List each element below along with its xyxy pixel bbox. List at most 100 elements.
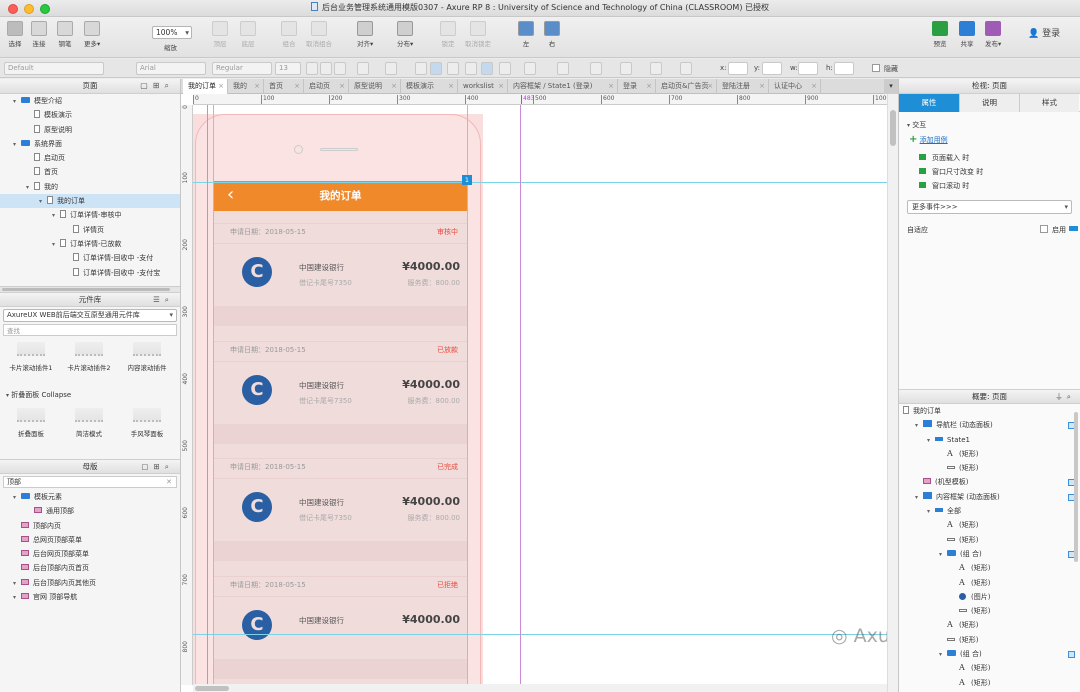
font-weight-select[interactable]: Regular <box>212 62 272 75</box>
page-tab[interactable]: 认证中心 × <box>769 79 821 94</box>
vertical-scrollbar[interactable] <box>887 94 898 692</box>
outline-item[interactable]: ▾ State1 <box>899 433 1080 447</box>
arrange-button[interactable]: 对齐▾ <box>357 21 373 48</box>
tree-item[interactable]: 启动页 <box>0 151 180 165</box>
footnote-badge[interactable]: 1 <box>462 175 472 185</box>
widget-item[interactable]: 简洁模式 <box>62 408 116 438</box>
widget-item[interactable]: 手风琴面板 <box>120 408 174 438</box>
outline-item[interactable]: A (矩形) <box>899 576 1080 590</box>
font-select[interactable]: Arial <box>136 62 206 75</box>
collapse-section[interactable]: ▾ 折叠面板 Collapse <box>0 388 180 402</box>
outline-item[interactable]: (矩形) <box>899 633 1080 647</box>
page-tab[interactable]: workslist × <box>458 79 508 94</box>
tab-close-icon[interactable]: × <box>759 79 765 94</box>
tab-close-icon[interactable]: × <box>646 79 652 94</box>
tree-item[interactable]: ▾ 我的 <box>0 180 180 194</box>
close-window-button[interactable] <box>8 4 18 14</box>
tree-item[interactable]: 订单详情-回收中 -支付宝 <box>0 266 180 280</box>
tool-button[interactable]: 选择 <box>7 21 23 48</box>
tree-item[interactable]: 通用顶部 <box>0 504 180 518</box>
library-search-input[interactable]: 查找 <box>3 324 177 336</box>
tab-close-icon[interactable]: × <box>811 79 817 94</box>
tree-item[interactable]: 总网页顶部菜单 <box>0 533 180 547</box>
outline-item[interactable]: ▾ (组 合) <box>899 647 1080 661</box>
order-card[interactable]: 申请日期：2018-05-15 已放款 C 中国建设银行 借记卡尾号7350 ¥4000.… <box>213 329 468 446</box>
publish-button[interactable]: 预览 <box>932 21 948 48</box>
tab-close-icon[interactable]: × <box>448 79 454 94</box>
tree-item[interactable]: ▾ 订单详情-审核中 <box>0 208 180 222</box>
adaptive-checkbox[interactable] <box>1040 225 1048 233</box>
coord-input[interactable] <box>834 62 854 75</box>
tree-item[interactable]: 顶部内页 <box>0 519 180 533</box>
back-icon[interactable]: ‹ <box>227 180 234 210</box>
page-tab[interactable]: 首页 × <box>264 79 304 94</box>
library-panel-actions[interactable]: ☰⌕ <box>153 293 174 306</box>
format-button[interactable] <box>334 62 346 75</box>
tool-button[interactable]: 连接 <box>31 21 47 48</box>
event-item[interactable]: 窗口尺寸改变 时 <box>919 165 1072 179</box>
order-card[interactable]: 申请日期：2018-05-15 审核中 C 中国建设银行 借记卡尾号7350 ¥4000.… <box>213 211 468 328</box>
outline-item[interactable]: 我的订单 <box>899 404 1080 418</box>
format-button[interactable] <box>620 62 632 75</box>
horizontal-scrollbar[interactable] <box>193 684 887 692</box>
design-canvas[interactable]: ‹ 我的订单 申请日期：2018-05-15 审核中 C 中国建设银行 借记卡尾号735… <box>193 105 887 692</box>
tool-button[interactable]: 更多▾ <box>84 21 100 48</box>
tab-close-icon[interactable]: × <box>608 79 614 94</box>
tree-item[interactable]: 订单详情-回收中 -支付 <box>0 251 180 265</box>
format-button[interactable] <box>385 62 397 75</box>
outline-item[interactable]: ▾ 全部 <box>899 504 1080 518</box>
tree-item[interactable]: ▾ 官网 顶部导航 <box>0 590 180 604</box>
page-tab[interactable]: 内容框架 / State1 (登录) × <box>508 79 618 94</box>
outline-item[interactable]: (矩形) <box>899 533 1080 547</box>
arrange-button[interactable]: 底层 <box>240 21 256 48</box>
format-button[interactable] <box>590 62 602 75</box>
outline-item[interactable]: (图片) <box>899 590 1080 604</box>
format-button[interactable] <box>430 62 442 75</box>
page-tab[interactable]: 我的订单 × <box>183 79 228 94</box>
coord-input[interactable] <box>798 62 818 75</box>
outline-item[interactable]: A (矩形) <box>899 518 1080 532</box>
inspector-tab[interactable]: 属性 <box>899 94 959 112</box>
outline-item[interactable]: ▾ (组 合) <box>899 547 1080 561</box>
arrange-button[interactable]: 右 <box>544 21 560 48</box>
tree-item[interactable]: ▾ 系统界面 <box>0 137 180 151</box>
library-select[interactable]: AxureUX WEB前后端交互原型通用元件库 ▾ <box>3 309 177 322</box>
format-button[interactable] <box>447 62 459 75</box>
widget-item[interactable]: 卡片滚动插件2 <box>62 342 116 372</box>
tab-close-icon[interactable]: × <box>391 79 397 94</box>
tree-item[interactable]: ▾ 订单详情-已放款 <box>0 237 180 251</box>
tree-item[interactable]: 后台顶部内页首页 <box>0 561 180 575</box>
adaptive-settings-icon[interactable] <box>1069 226 1078 231</box>
arrange-button[interactable]: 锁定 <box>440 21 456 48</box>
outline-actions[interactable]: ⏚⌕ <box>1055 390 1075 403</box>
tab-overflow-button[interactable]: ▾ <box>884 79 898 94</box>
arrange-button[interactable]: 取消组合 <box>306 21 332 48</box>
format-button[interactable] <box>465 62 477 75</box>
widget-item[interactable]: 内容滚动插件 <box>120 342 174 372</box>
event-item[interactable]: 窗口滚动 时 <box>919 179 1072 193</box>
tree-item[interactable]: 模板演示 <box>0 108 180 122</box>
coord-input[interactable] <box>762 62 782 75</box>
format-button[interactable] <box>650 62 662 75</box>
publish-button[interactable]: 发布▾ <box>985 21 1001 48</box>
outline-item[interactable]: A (矩形) <box>899 661 1080 675</box>
page-tab[interactable]: 启动页 × <box>304 79 349 94</box>
masters-search-input[interactable]: 顶部 ✕ <box>3 476 177 488</box>
page-tab[interactable]: 启动页&广告页 × <box>656 79 717 94</box>
canvas-area[interactable]: 我的订单 × 我的 × 首页 × 启动页 × 原型说明 × 模板演示 × workslist × 内容框架 … <box>181 79 898 692</box>
format-button[interactable] <box>680 62 692 75</box>
inspector-tab[interactable]: 说明 <box>959 94 1019 112</box>
style-select[interactable]: Default <box>4 62 104 75</box>
hidden-checkbox[interactable] <box>872 64 880 72</box>
tool-button[interactable]: 钢笔 <box>57 21 73 48</box>
widget-item[interactable]: 折叠面板 <box>4 408 58 438</box>
masters-panel-actions[interactable]: ▢⊞⌕ <box>141 460 174 473</box>
format-button[interactable] <box>357 62 369 75</box>
order-card[interactable]: 申请日期：2018-05-15 已完成 C 中国建设银行 借记卡尾号7350 ¥4000.… <box>213 446 468 563</box>
tab-close-icon[interactable]: × <box>707 79 713 94</box>
arrange-button[interactable]: 组合 <box>281 21 297 48</box>
arrange-button[interactable]: 左 <box>518 21 534 48</box>
inspector-tab[interactable]: 样式 <box>1019 94 1079 112</box>
minimize-window-button[interactable] <box>24 4 34 14</box>
format-button[interactable] <box>499 62 511 75</box>
